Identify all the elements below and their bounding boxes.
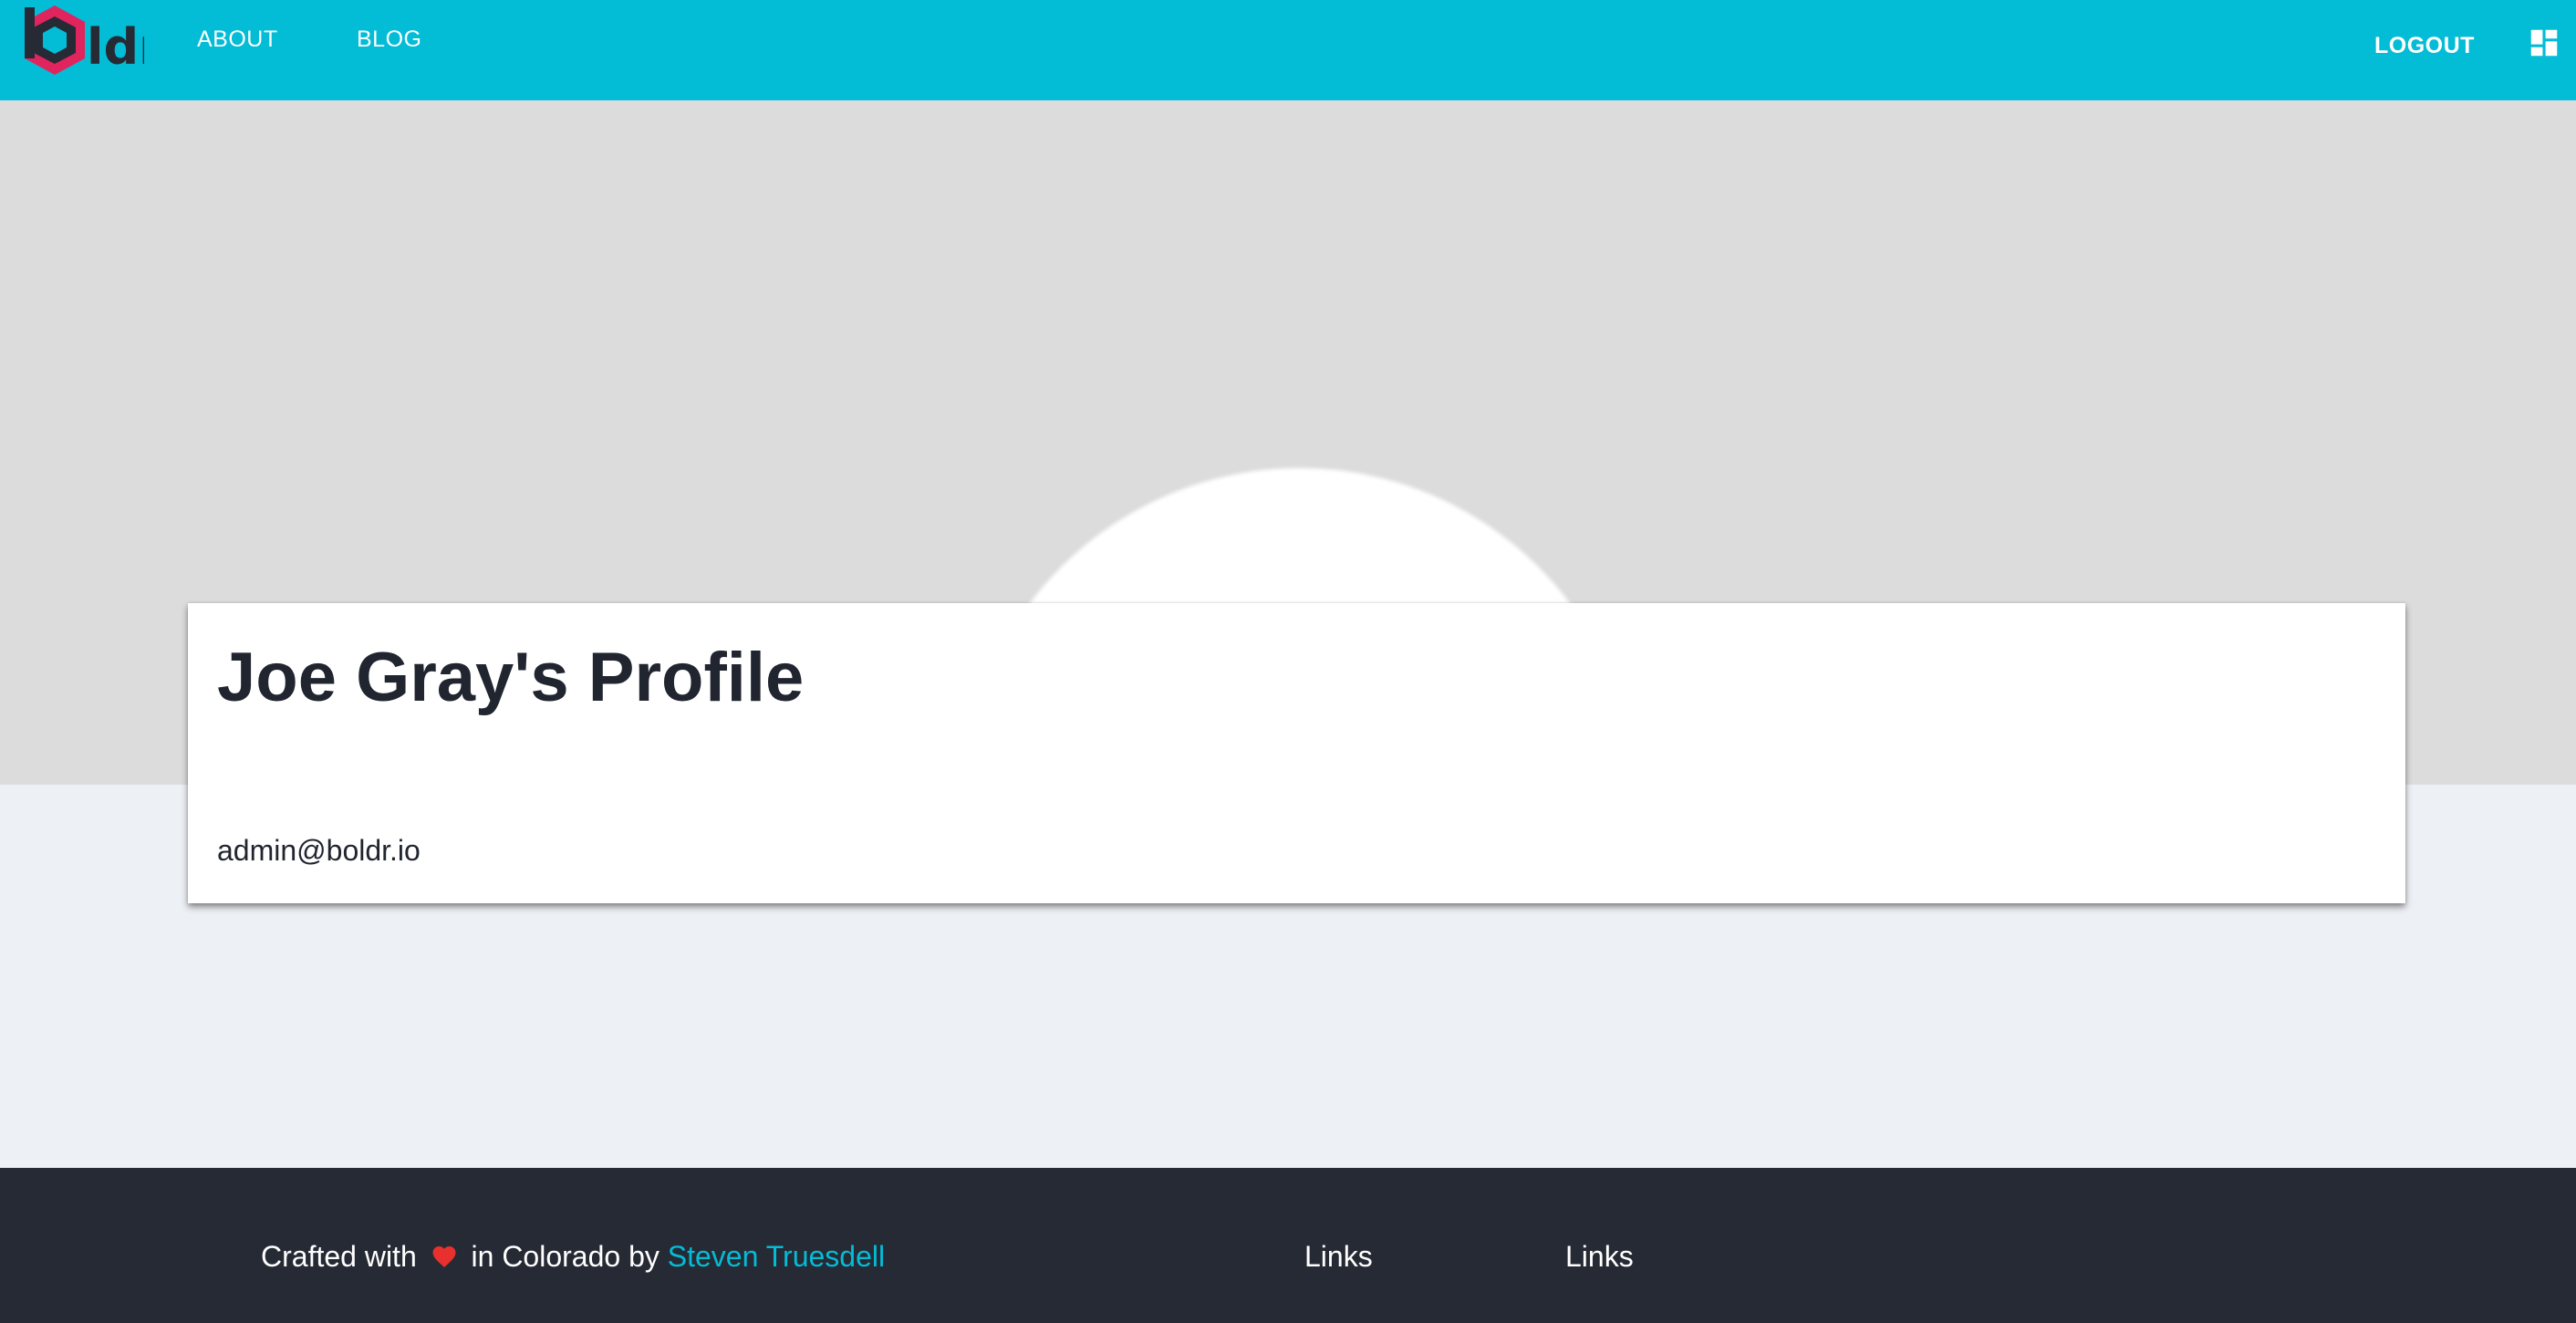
top-navbar: ldr ABOUT BLOG LOGOUT: [0, 0, 2576, 100]
boldr-logo-icon: ldr: [25, 5, 163, 76]
logo-wordmark: ldr: [87, 18, 144, 76]
author-link[interactable]: Steven Truesdell: [668, 1240, 885, 1273]
footer-links-heading-2: Links: [1565, 1240, 1634, 1273]
dashboard-icon[interactable]: [2527, 26, 2561, 60]
nav-about-link[interactable]: ABOUT: [197, 26, 278, 53]
heart-icon: [431, 1241, 458, 1276]
profile-title: Joe Gray's Profile: [217, 639, 805, 716]
site-footer: Crafted with in Colorado by Steven Trues…: [0, 1168, 2576, 1323]
credit-prefix: Crafted with: [261, 1240, 417, 1273]
profile-card: Joe Gray's Profile admin@boldr.io: [188, 603, 2405, 903]
credit-suffix: in Colorado by: [471, 1240, 660, 1273]
footer-links-heading-1: Links: [1304, 1240, 1373, 1273]
nav-blog-link[interactable]: BLOG: [357, 26, 421, 53]
profile-email: admin@boldr.io: [217, 834, 421, 867]
logout-button[interactable]: LOGOUT: [2374, 32, 2475, 59]
footer-credit: Crafted with in Colorado by Steven Trues…: [261, 1239, 885, 1276]
boldr-logo[interactable]: ldr: [16, 0, 163, 84]
